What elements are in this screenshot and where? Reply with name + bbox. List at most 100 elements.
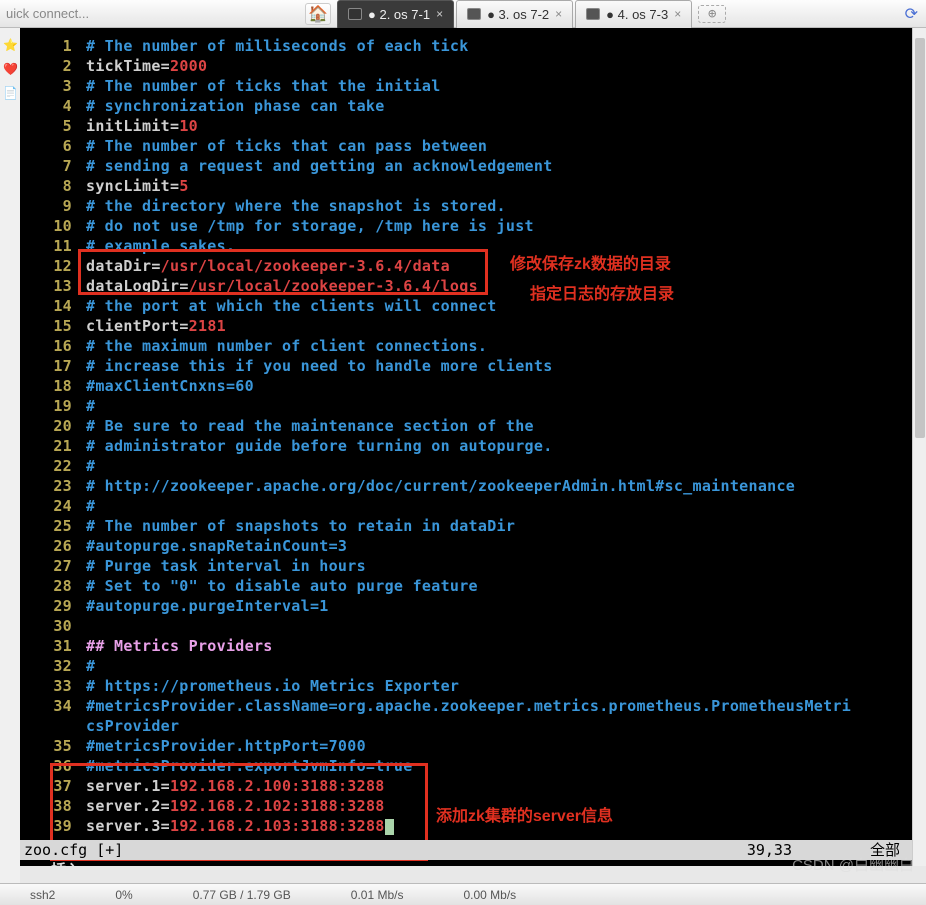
line-number: 15 <box>53 316 72 336</box>
line-number: 30 <box>53 616 72 636</box>
line-number: 9 <box>63 196 72 216</box>
code-line[interactable]: # Purge task interval in hours <box>86 556 366 576</box>
tab-4.-os-7-3[interactable]: ● 4. os 7-3 × <box>575 0 692 28</box>
line-number: 2 <box>63 56 72 76</box>
line-number: 22 <box>53 456 72 476</box>
bottom-stat: 0.01 Mb/s <box>351 888 404 902</box>
line-number: 3 <box>63 76 72 96</box>
code-line[interactable]: # The number of ticks that can pass betw… <box>86 136 487 156</box>
code-line[interactable]: # <box>86 496 95 516</box>
terminal-icon <box>467 8 481 20</box>
line-number: 5 <box>63 116 72 136</box>
code-line[interactable]: # synchronization phase can take <box>86 96 385 116</box>
line-number: 13 <box>53 276 72 296</box>
line-number: 23 <box>53 476 72 496</box>
close-icon[interactable]: × <box>555 7 562 21</box>
top-bar: uick connect... 🏠 ● 2. os 7-1 ×● 3. os 7… <box>0 0 926 28</box>
line-number: 18 <box>53 376 72 396</box>
tab-3.-os-7-2[interactable]: ● 3. os 7-2 × <box>456 0 573 28</box>
star-icon[interactable]: ⭐ <box>3 38 17 52</box>
line-number: 14 <box>53 296 72 316</box>
code-line[interactable]: # Set to "0" to disable auto purge featu… <box>86 576 478 596</box>
line-number: 24 <box>53 496 72 516</box>
close-icon[interactable]: × <box>436 7 443 21</box>
line-number: 32 <box>53 656 72 676</box>
line-number: 17 <box>53 356 72 376</box>
line-number: 36 <box>53 756 72 776</box>
editor[interactable]: 1234567891011121314151617181920212223242… <box>20 28 912 866</box>
line-number: 34 <box>53 696 72 716</box>
vertical-scrollbar[interactable] <box>912 28 926 866</box>
line-number: 39 <box>53 816 72 836</box>
tab-2.-os-7-1[interactable]: ● 2. os 7-1 × <box>337 0 454 28</box>
new-tab-button[interactable]: ⊕ <box>698 5 726 23</box>
code-line[interactable]: # administrator guide before turning on … <box>86 436 553 456</box>
tab-strip: ● 2. os 7-1 ×● 3. os 7-2 ×● 4. os 7-3 × <box>337 0 694 28</box>
annotation-datadir: 修改保存zk数据的目录 <box>510 250 671 274</box>
refresh-icon[interactable]: ⟳ <box>905 4 918 23</box>
terminal-icon <box>348 8 362 20</box>
scrollbar-thumb[interactable] <box>915 38 925 438</box>
line-number: 11 <box>53 236 72 256</box>
code-line[interactable]: initLimit=10 <box>86 116 198 136</box>
code-line[interactable]: # the maximum number of client connectio… <box>86 336 487 356</box>
code-line[interactable]: # <box>86 656 95 676</box>
line-number: 26 <box>53 536 72 556</box>
quick-connect-input[interactable]: uick connect... <box>0 4 305 23</box>
code-line[interactable]: # Be sure to read the maintenance sectio… <box>86 416 534 436</box>
status-cursor-pos: 39,33 <box>747 840 792 860</box>
code-line[interactable]: # The number of snapshots to retain in d… <box>86 516 515 536</box>
line-number: 19 <box>53 396 72 416</box>
code-line[interactable]: # do not use /tmp for storage, /tmp here… <box>86 216 534 236</box>
code-line[interactable]: # The number of milliseconds of each tic… <box>86 36 469 56</box>
line-number: 10 <box>53 216 72 236</box>
code-line[interactable]: #maxClientCnxns=60 <box>86 376 254 396</box>
vim-status-line: zoo.cfg [+] 39,33 全部 <box>20 840 912 860</box>
bottom-stat: 0.00 Mb/s <box>463 888 516 902</box>
code-line[interactable]: syncLimit=5 <box>86 176 189 196</box>
code-line[interactable]: # http://zookeeper.apache.org/doc/curren… <box>86 476 795 496</box>
home-icon[interactable]: 🏠 <box>305 3 331 25</box>
code-line[interactable]: # <box>86 396 95 416</box>
code-line[interactable]: csProvider <box>86 716 179 736</box>
line-number: 6 <box>63 136 72 156</box>
code-line[interactable]: # the directory where the snapshot is st… <box>86 196 506 216</box>
code-line[interactable]: #autopurge.purgeInterval=1 <box>86 596 329 616</box>
code-line[interactable]: # example sakes. <box>86 236 235 256</box>
left-rail: ⭐ ❤️ 📄 <box>0 28 20 905</box>
close-icon[interactable]: × <box>674 7 681 21</box>
code-line[interactable]: server.1=192.168.2.100:3188:3288 <box>86 776 385 796</box>
code-line[interactable]: ## Metrics Providers <box>86 636 273 656</box>
line-number: 28 <box>53 576 72 596</box>
code-line[interactable]: # <box>86 456 95 476</box>
code-line[interactable]: #metricsProvider.httpPort=7000 <box>86 736 366 756</box>
code-line[interactable]: tickTime=2000 <box>86 56 207 76</box>
line-number: 37 <box>53 776 72 796</box>
bottom-stat: 0.77 GB / 1.79 GB <box>193 888 291 902</box>
code-line[interactable]: # sending a request and getting an ackno… <box>86 156 553 176</box>
code-line[interactable]: # The number of ticks that the initial <box>86 76 441 96</box>
code-line[interactable]: #metricsProvider.className=org.apache.zo… <box>86 696 851 716</box>
code-line[interactable]: dataDir=/usr/local/zookeeper-3.6.4/data <box>86 256 450 276</box>
annotation-logdir: 指定日志的存放目录 <box>530 280 674 304</box>
code-line[interactable]: # increase this if you need to handle mo… <box>86 356 553 376</box>
code-line[interactable]: server.3=192.168.2.103:3188:3288 <box>86 816 394 836</box>
note-icon[interactable]: 📄 <box>3 86 17 100</box>
heart-icon[interactable]: ❤️ <box>3 62 17 76</box>
status-filename: zoo.cfg [+] <box>24 841 123 859</box>
terminal-icon <box>586 8 600 20</box>
code-line[interactable]: server.2=192.168.2.102:3188:3288 <box>86 796 385 816</box>
code-line[interactable]: dataLogDir=/usr/local/zookeeper-3.6.4/lo… <box>86 276 478 296</box>
line-number: 16 <box>53 336 72 356</box>
code-line[interactable]: #autopurge.snapRetainCount=3 <box>86 536 347 556</box>
line-number: 27 <box>53 556 72 576</box>
text-cursor <box>385 819 394 835</box>
line-number: 29 <box>53 596 72 616</box>
code-line[interactable]: # the port at which the clients will con… <box>86 296 497 316</box>
code-line[interactable]: clientPort=2181 <box>86 316 226 336</box>
line-number: 20 <box>53 416 72 436</box>
annotation-servers: 添加zk集群的server信息 <box>436 802 613 826</box>
code-line[interactable]: # https://prometheus.io Metrics Exporter <box>86 676 459 696</box>
bottom-stat: 0% <box>115 888 132 902</box>
code-line[interactable]: #metricsProvider.exportJvmInfo=true <box>86 756 413 776</box>
